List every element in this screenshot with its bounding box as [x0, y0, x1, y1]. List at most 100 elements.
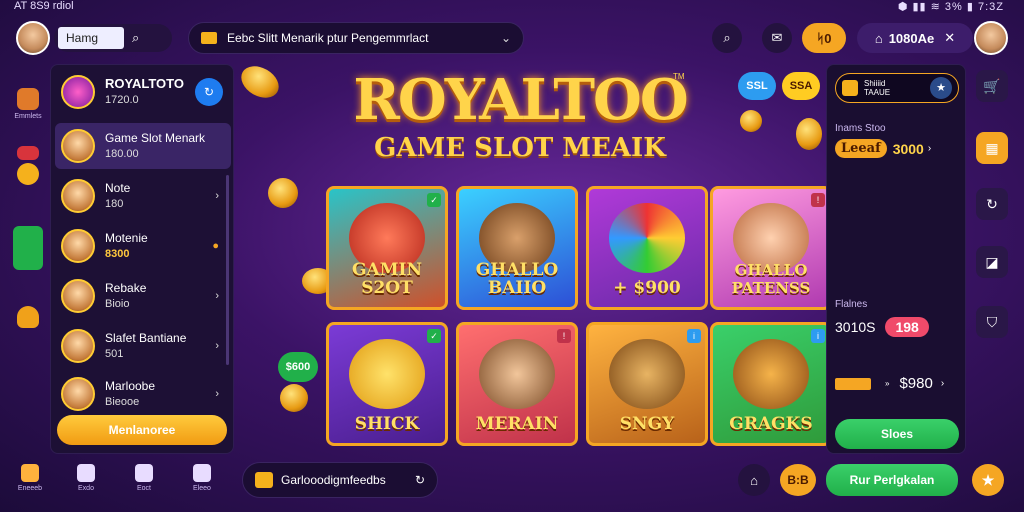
home-icon [21, 464, 39, 482]
tile-badge: ✓ [427, 193, 441, 207]
amount3-value: $980 [899, 375, 933, 392]
game-tile[interactable]: ! GHALLO PATENSS [710, 186, 832, 310]
amount1-value: 3000 [892, 140, 924, 157]
coin-decoration [235, 59, 285, 105]
game-tile[interactable]: GHALLO BAIIO [456, 186, 578, 310]
bottom-nav: Eneeeb Exdo Eoct Eleeo [8, 462, 234, 502]
right-panel-button[interactable]: Sloes [835, 419, 959, 449]
gift-icon[interactable]: ▦ [976, 132, 1008, 164]
game-search-bar[interactable]: Eebc Slitt Menarik ptur Pengemmrlact ⌄ [188, 22, 524, 54]
list-item-title: Marloobe [105, 379, 156, 393]
tile-label: SHICK [354, 414, 420, 434]
trademark: TM [673, 72, 685, 81]
chip-b-label: SSA [789, 80, 813, 92]
search-button[interactable]: ⌕ [712, 23, 742, 53]
list-item[interactable]: Motenie 8300 ● [55, 223, 231, 269]
game-tile[interactable]: ! MERAIN [456, 322, 578, 446]
folder-icon [255, 472, 273, 488]
balance-pill[interactable]: ⌂ 1080Ae ✕ [857, 23, 973, 53]
cart-icon[interactable]: 🛒 [976, 70, 1008, 102]
status-right: ⬢ ▮▮ ≋ 3% ▮ 7:3Z [897, 1, 1004, 13]
search-icon: ⌕ [723, 30, 731, 45]
list-title: ROYALTOTO [105, 76, 184, 91]
rail-item-events[interactable]: Emmlets [8, 88, 48, 120]
nav-label: Eneeeb [17, 485, 43, 492]
chevron-right-icon: » [885, 379, 890, 388]
list-item[interactable]: Slafet Bantiane 501 › [55, 323, 231, 369]
game-avatar [61, 377, 95, 411]
rail-item-gift[interactable] [8, 146, 48, 188]
man-portrait-icon [479, 339, 555, 409]
chip-label: B:B [787, 473, 809, 487]
scrollbar[interactable] [226, 175, 229, 365]
list-item[interactable]: Marloobe Bieooe › [55, 371, 231, 417]
amount2-label: 3010S [835, 319, 876, 335]
chevron-down-icon[interactable]: ⌄ [501, 31, 511, 45]
win-row[interactable]: 3010S 198 [835, 317, 929, 337]
notification-button[interactable]: ✉ [762, 23, 792, 53]
coins-pill[interactable]: ᛋ0 [802, 23, 846, 53]
nav-explore[interactable]: Exdo [64, 462, 108, 492]
nav-events[interactable]: Eoct [122, 462, 166, 492]
star-icon: ★ [981, 471, 995, 488]
tile-badge: ! [811, 193, 825, 207]
settings-button[interactable]: ⌂ [738, 464, 770, 496]
profile-avatar[interactable] [974, 21, 1008, 55]
nav-home[interactable]: Eneeeb [8, 462, 52, 492]
star-icon [77, 464, 95, 482]
list-item[interactable]: Game Slot Menark 180.00 [55, 123, 231, 169]
bottom-search-bar[interactable]: Garlooodigmfeedbs ↻ [242, 462, 438, 498]
status-bar: AT 8S9 rdiol ⬢ ▮▮ ≋ 3% ▮ 7:3Z [0, 0, 1024, 14]
coins-label: ᛋ0 [816, 30, 832, 46]
jackpot-header[interactable]: Shiiiid TAAUE ★ [835, 73, 959, 103]
chip-a[interactable]: SSL [738, 72, 776, 100]
play-label: Rur Perlgkalan [849, 473, 935, 487]
rail-item-cup[interactable] [8, 306, 48, 331]
flalnes-label: Flalnes [835, 299, 868, 310]
game-tile[interactable]: i SNGY [586, 322, 708, 446]
nav-profile[interactable]: Eleeo [180, 462, 224, 492]
list-cta-button[interactable]: Menlanoree [57, 415, 227, 445]
game-tile[interactable]: + $900 [586, 186, 708, 310]
inams-label: Inams Stoo [835, 123, 886, 134]
game-tile[interactable]: ✓ SHICK [326, 322, 448, 446]
promo-amount[interactable]: $600 [278, 352, 318, 382]
game-tile[interactable]: ✓ GAMIN S2OT [326, 186, 448, 310]
tile-badge: ! [557, 329, 571, 343]
refresh-icon[interactable]: ↻ [976, 188, 1008, 220]
hero-subtitle: GAME SLOT MEAIK [374, 133, 666, 163]
hero-title: ROYALTOO GAME SLOT MEAIK [350, 70, 690, 164]
jackpot-row[interactable]: Leeaf 3000 › [835, 139, 931, 158]
chip-button[interactable]: B:B [780, 464, 816, 496]
tile-label: GHALLO BAIIO [475, 260, 559, 298]
shield-icon[interactable]: ⛉ [976, 306, 1008, 338]
chart-icon[interactable]: ◪ [976, 246, 1008, 278]
rail-item-stats[interactable] [8, 226, 48, 273]
cup-icon [17, 306, 39, 328]
refresh-icon[interactable]: ↻ [415, 473, 425, 487]
tile-badge: i [811, 329, 825, 343]
brand-avatar [61, 75, 95, 109]
payout-row[interactable]: » $980 › [835, 375, 944, 392]
close-icon[interactable]: ✕ [944, 30, 955, 46]
game-avatar [61, 229, 95, 263]
chevron-right-icon: › [927, 143, 932, 154]
status-left: AT 8S9 rdiol [14, 0, 74, 12]
tile-badge: i [687, 329, 701, 343]
home-tab[interactable]: Hamg ⌕ [54, 24, 172, 52]
game-avatar [61, 329, 95, 363]
play-button[interactable]: Rur Perlgkalan [826, 464, 958, 496]
star-button[interactable]: ★ [972, 464, 1004, 496]
list-item-sub: 180 [105, 198, 124, 210]
list-item-sub: Bioio [105, 298, 130, 310]
chip-b[interactable]: SSA [782, 72, 820, 100]
refresh-icon[interactable]: ↻ [195, 78, 223, 106]
search-icon[interactable]: ⌕ [132, 30, 139, 46]
list-item[interactable]: Note 180 › [55, 173, 231, 219]
list-header[interactable]: ROYALTOTO 1720.0 ↻ [55, 69, 231, 115]
game-tile[interactable]: i GRAGKS [710, 322, 832, 446]
list-item[interactable]: Rebake Bioio › [55, 273, 231, 319]
user-avatar[interactable] [16, 21, 50, 55]
trophy-icon [17, 88, 39, 110]
search-text: Eebc Slitt Menarik ptur Pengemmrlact [227, 31, 429, 45]
